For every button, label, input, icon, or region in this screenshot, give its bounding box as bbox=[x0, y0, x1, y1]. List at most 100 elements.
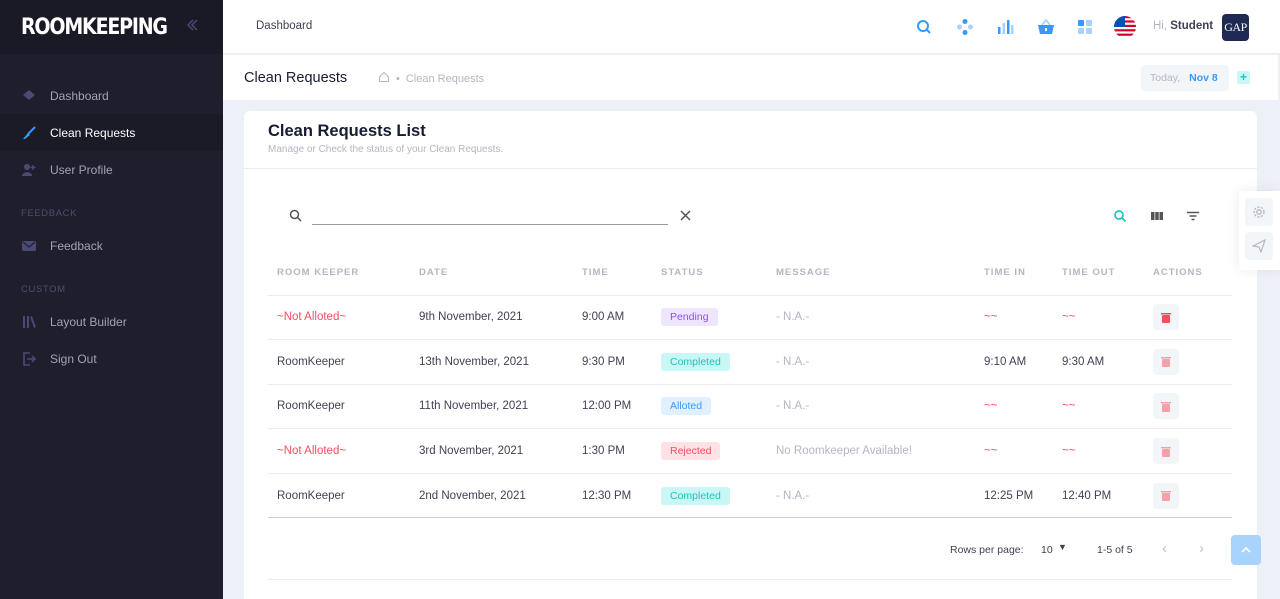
delete-button[interactable] bbox=[1153, 348, 1179, 375]
rows-per-page-label: Rows per page: bbox=[950, 544, 1024, 556]
cell-keeper: RoomKeeper bbox=[268, 473, 410, 519]
header-breadcrumb[interactable]: Dashboard bbox=[256, 20, 312, 32]
grid-icon[interactable] bbox=[1074, 16, 1096, 38]
delete-button[interactable] bbox=[1153, 304, 1179, 331]
collapse-sidebar-icon[interactable] bbox=[185, 18, 199, 37]
breadcrumb: • Clean Requests bbox=[378, 71, 484, 86]
cell-time-out: ~~ bbox=[1053, 295, 1144, 341]
cell-actions bbox=[1144, 384, 1232, 430]
sidebar-item-label: Clean Requests bbox=[50, 125, 136, 140]
filter-icon[interactable] bbox=[1186, 209, 1200, 228]
column-header[interactable]: TIME bbox=[573, 251, 652, 296]
page-title: Clean Requests bbox=[244, 70, 348, 86]
column-header[interactable]: TIME IN bbox=[975, 251, 1053, 296]
sidebar-menu: Dashboard Clean Requests User Profile FE… bbox=[0, 77, 223, 377]
subheader: Clean Requests • Clean Requests Today, N… bbox=[223, 55, 1278, 100]
column-header[interactable]: TIME OUT bbox=[1053, 251, 1144, 296]
sidebar-item-user-profile[interactable]: User Profile bbox=[0, 151, 223, 188]
cell-actions bbox=[1144, 428, 1232, 474]
caret-down-icon[interactable]: ▼ bbox=[1058, 542, 1067, 552]
sidebar: ROOMKEEPING Dashboard Clean Requests Use… bbox=[0, 0, 223, 599]
sign-out-icon bbox=[20, 350, 38, 368]
card-header: Clean Requests List Manage or Check the … bbox=[244, 111, 1257, 169]
cell-time: 12:30 PM bbox=[573, 473, 652, 519]
library-icon bbox=[20, 313, 38, 331]
send-button[interactable] bbox=[1245, 232, 1273, 260]
table-row[interactable]: ~Not Alloted~ 9th November, 2021 9:00 AM… bbox=[268, 295, 1232, 341]
quick-add-button[interactable]: + bbox=[1237, 71, 1250, 84]
basket-icon[interactable] bbox=[1035, 16, 1057, 38]
cell-status: Pending bbox=[652, 295, 767, 341]
mail-icon bbox=[20, 237, 38, 255]
status-badge: Pending bbox=[661, 308, 718, 327]
table-row[interactable]: RoomKeeper 11th November, 2021 12:00 PM … bbox=[268, 384, 1232, 430]
cell-time-in: 12:25 PM bbox=[975, 473, 1053, 519]
trash-icon bbox=[1161, 446, 1171, 457]
cell-time-in: ~~ bbox=[975, 384, 1053, 430]
cell-message: - N.A.- bbox=[767, 473, 975, 519]
search-icon[interactable] bbox=[913, 16, 935, 38]
cell-time-out: 9:30 AM bbox=[1053, 339, 1144, 385]
column-header: ACTIONS bbox=[1144, 251, 1232, 296]
chart-bar-icon[interactable] bbox=[994, 16, 1016, 38]
column-header[interactable]: MESSAGE bbox=[767, 251, 975, 296]
trash-icon bbox=[1161, 357, 1171, 368]
cell-message: - N.A.- bbox=[767, 384, 975, 430]
table-row[interactable]: ~Not Alloted~ 3rd November, 2021 1:30 PM… bbox=[268, 428, 1232, 474]
cell-status: Completed bbox=[652, 339, 767, 385]
settings-button[interactable] bbox=[1245, 198, 1273, 226]
cell-time-out: 12:40 PM bbox=[1053, 473, 1144, 519]
column-header[interactable]: DATE bbox=[410, 251, 573, 296]
page-range: 1-5 of 5 bbox=[1097, 544, 1133, 556]
close-icon[interactable] bbox=[679, 209, 692, 227]
cell-status: Alloted bbox=[652, 384, 767, 430]
table-row[interactable]: RoomKeeper 13th November, 2021 9:30 PM C… bbox=[268, 339, 1232, 385]
rows-per-page-select[interactable]: 10 bbox=[1041, 544, 1053, 556]
cell-message: - N.A.- bbox=[767, 295, 975, 341]
user-avatar[interactable]: GAP bbox=[1222, 14, 1249, 41]
cell-keeper: RoomKeeper bbox=[268, 384, 410, 430]
requests-table: ROOM KEEPER DATE TIME STATUS MESSAGE TIM… bbox=[268, 251, 1232, 519]
sidebar-item-feedback[interactable]: Feedback bbox=[0, 227, 223, 264]
trash-icon bbox=[1161, 491, 1171, 502]
sidebar-item-layout-builder[interactable]: Layout Builder bbox=[0, 303, 223, 340]
today-date: Nov 8 bbox=[1189, 72, 1218, 84]
scroll-top-button[interactable] bbox=[1231, 535, 1261, 565]
cell-time-in: ~~ bbox=[975, 295, 1053, 341]
card-subtitle: Manage or Check the status of your Clean… bbox=[268, 144, 504, 155]
delete-button[interactable] bbox=[1153, 438, 1179, 465]
trash-icon bbox=[1161, 312, 1171, 323]
apps-cross-icon[interactable] bbox=[954, 16, 976, 38]
delete-button[interactable] bbox=[1153, 482, 1179, 509]
search-icon bbox=[289, 209, 302, 227]
columns-icon[interactable] bbox=[1150, 209, 1164, 228]
us-flag-icon[interactable] bbox=[1114, 16, 1136, 38]
user-add-icon bbox=[20, 161, 38, 179]
cell-date: 3rd November, 2021 bbox=[410, 428, 573, 474]
date-picker[interactable]: Today, Nov 8 bbox=[1141, 65, 1229, 91]
delete-button[interactable] bbox=[1153, 393, 1179, 420]
sidebar-item-label: Layout Builder bbox=[50, 314, 127, 329]
column-header[interactable]: STATUS bbox=[652, 251, 767, 296]
requests-card: Clean Requests List Manage or Check the … bbox=[244, 111, 1257, 599]
sidebar-item-clean-requests[interactable]: Clean Requests bbox=[0, 114, 223, 151]
cell-time: 1:30 PM bbox=[573, 428, 652, 474]
cell-keeper: RoomKeeper bbox=[268, 339, 410, 385]
search-input[interactable] bbox=[312, 207, 668, 225]
search-toggle-icon[interactable] bbox=[1113, 209, 1127, 228]
user-greeting[interactable]: Hi, Student bbox=[1153, 20, 1213, 32]
sidebar-item-sign-out[interactable]: Sign Out bbox=[0, 340, 223, 377]
status-badge: Completed bbox=[661, 486, 730, 505]
divider bbox=[268, 579, 1232, 580]
cell-time-in: 9:10 AM bbox=[975, 339, 1053, 385]
chevron-left-icon[interactable]: ‹ bbox=[1162, 540, 1167, 557]
column-header[interactable]: ROOM KEEPER bbox=[268, 251, 410, 296]
table-row[interactable]: RoomKeeper 2nd November, 2021 12:30 PM C… bbox=[268, 473, 1232, 519]
sidebar-item-dashboard[interactable]: Dashboard bbox=[0, 77, 223, 114]
home-icon[interactable] bbox=[378, 71, 390, 86]
cell-date: 13th November, 2021 bbox=[410, 339, 573, 385]
breadcrumb-current[interactable]: Clean Requests bbox=[406, 73, 484, 85]
brand-logo[interactable]: ROOMKEEPING bbox=[21, 14, 168, 39]
chevron-right-icon[interactable]: › bbox=[1199, 540, 1204, 557]
section-label-feedback: FEEDBACK bbox=[21, 208, 78, 219]
